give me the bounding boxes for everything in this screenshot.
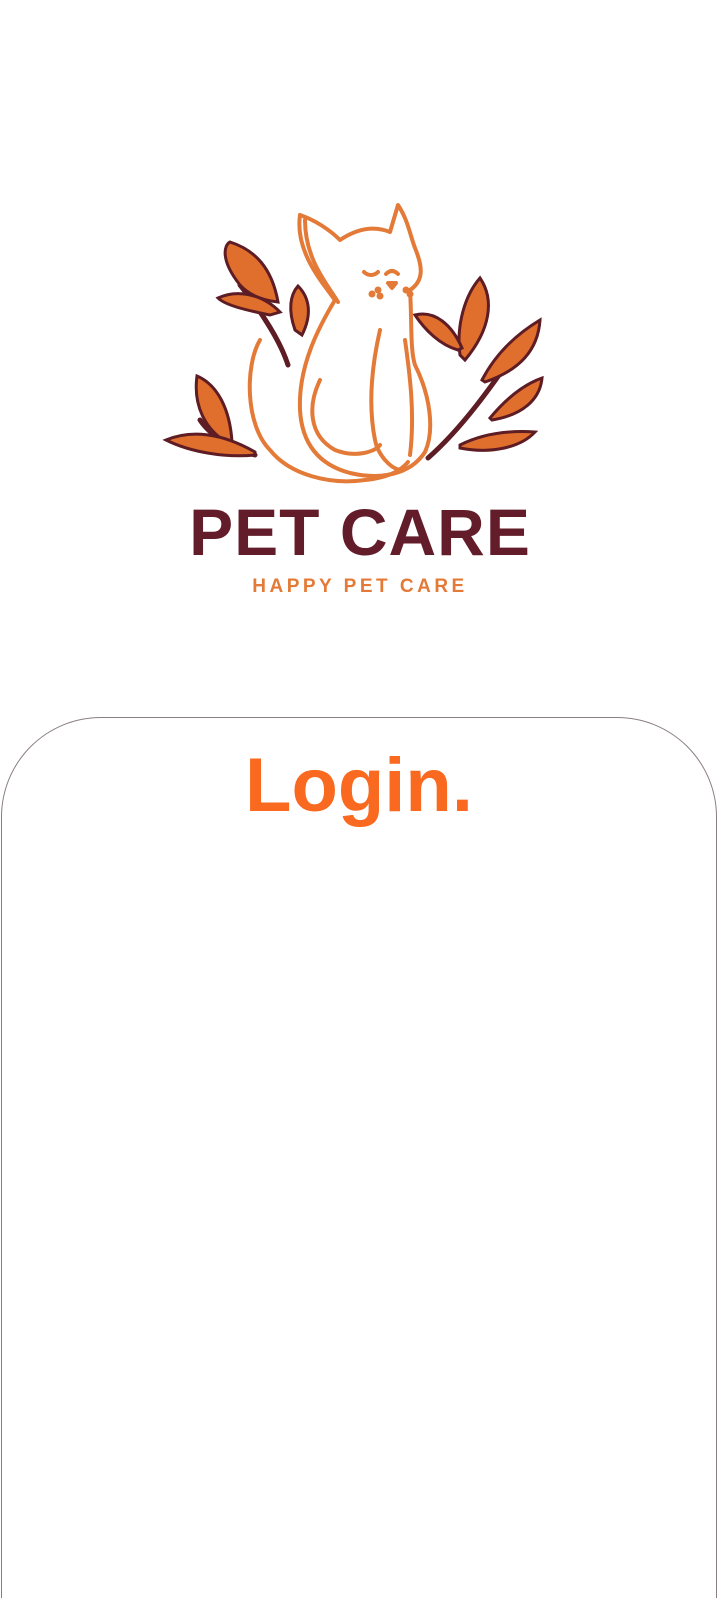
login-card: Login. [1, 717, 717, 1598]
brand-tagline: HAPPY PET CARE [252, 576, 467, 597]
brand-name: PET CARE [189, 495, 531, 569]
left-leaves [162, 240, 310, 458]
login-title: Login. [245, 743, 473, 828]
cat-with-leaves-icon: PET CARE HAPPY PET CARE [162, 203, 544, 597]
right-leaves [412, 275, 544, 461]
app-logo: PET CARE HAPPY PET CARE [160, 190, 560, 610]
